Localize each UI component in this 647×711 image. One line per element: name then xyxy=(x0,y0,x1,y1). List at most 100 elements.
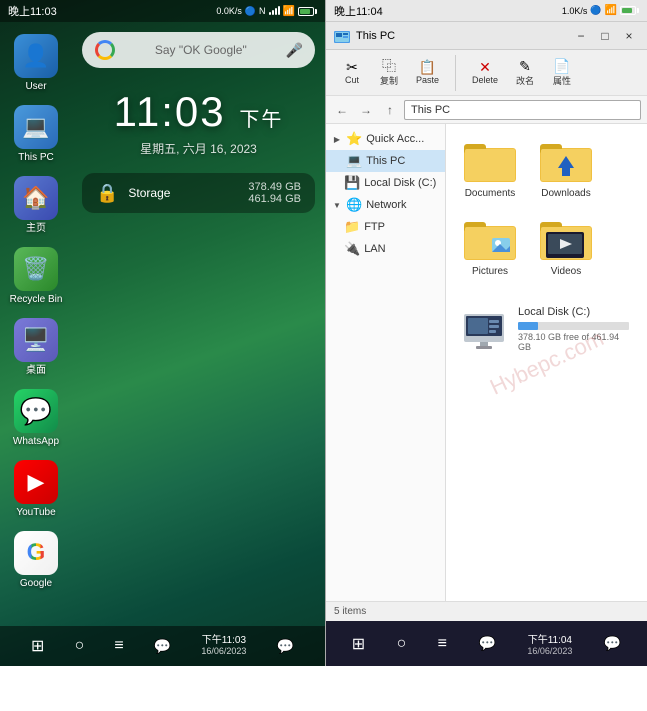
sidebar-item-network[interactable]: ▼ 🌐 Network xyxy=(326,194,445,216)
explorer-nav-msg[interactable]: 💬 xyxy=(478,635,495,652)
this-pc-sidebar-label: This PC xyxy=(366,155,405,167)
properties-label: 属性 xyxy=(553,74,571,87)
clock-date: 星期五, 六月 16, 2023 xyxy=(114,140,284,157)
explorer-nav-time-date: 下午11:04 16/06/2023 xyxy=(527,631,572,656)
lan-icon: 🔌 xyxy=(344,241,360,257)
up-button[interactable]: ↑ xyxy=(380,100,400,120)
titlebar-left: This PC xyxy=(334,29,395,43)
whatsapp-icon-img: 💬 xyxy=(14,389,58,433)
paste-button[interactable]: 📋 Paste xyxy=(408,56,447,89)
explorer-bluetooth: 🔵 xyxy=(590,5,601,16)
delete-button[interactable]: ✕ Delete xyxy=(464,56,506,89)
google-icon-img: G xyxy=(14,531,58,575)
explorer-status-icons: 1.0K/s 🔵 📶 xyxy=(562,5,639,16)
storage-icon: 🔒 xyxy=(96,183,118,204)
mic-icon[interactable]: 🎤 xyxy=(286,42,303,59)
properties-icon: 📄 xyxy=(553,59,570,73)
phone-status-icons: 0.0K/s 🔵 N 📶 xyxy=(216,6,317,17)
explorer-body: ▶ ⭐ Quick Acc... 💻 This PC 💾 Local Disk … xyxy=(326,124,647,601)
desktop-icon-img: 🖥️ xyxy=(14,318,58,362)
explorer-nav-grid[interactable]: ⊞ xyxy=(352,634,365,654)
this-pc-icon-label: This PC xyxy=(18,152,54,164)
explorer-nav-menu[interactable]: ≡ xyxy=(438,635,447,653)
desktop-icon-label: 桌面 xyxy=(26,365,46,377)
file-item-downloads[interactable]: Downloads xyxy=(532,134,600,204)
drive-c-info: Local Disk (C:) 378.10 GB free of 461.94… xyxy=(518,306,629,352)
nav-grid-btn[interactable]: ⊞ xyxy=(31,636,44,656)
notification-msg-icon[interactable]: 💬 xyxy=(277,638,294,655)
explorer-nav-notification[interactable]: 💬 xyxy=(604,635,621,652)
lan-label: LAN xyxy=(364,243,385,255)
maximize-button[interactable]: □ xyxy=(595,28,615,44)
files-grid: Documents Downloads xyxy=(456,134,637,282)
icon-desktop[interactable]: 🖥️ 桌面 xyxy=(4,314,68,381)
explorer-titlebar: This PC − □ × xyxy=(326,22,647,50)
nav-home-btn[interactable]: ○ xyxy=(75,637,85,655)
icon-google[interactable]: G Google xyxy=(4,527,68,594)
signal-icon xyxy=(269,6,280,17)
explorer-window-icon xyxy=(334,29,350,43)
icon-this-pc[interactable]: 💻 This PC xyxy=(4,101,68,168)
nfc-icon: N xyxy=(259,6,266,16)
google-g-logo xyxy=(94,39,116,61)
sidebar-item-ftp[interactable]: 📁 FTP xyxy=(326,216,445,238)
pictures-label: Pictures xyxy=(472,266,508,278)
nav-menu-btn[interactable]: ≡ xyxy=(114,637,123,655)
minimize-button[interactable]: − xyxy=(571,28,591,44)
delete-label: Delete xyxy=(472,75,498,85)
drive-c-progress-fill xyxy=(518,322,538,330)
youtube-icon-label: YouTube xyxy=(16,507,55,519)
file-item-documents[interactable]: Documents xyxy=(456,134,524,204)
explorer-main: Hybepc.com Documents xyxy=(446,124,647,601)
local-disk-sidebar-label: Local Disk (C:) xyxy=(364,177,436,189)
explorer-nav-time: 下午11:04 xyxy=(528,631,572,646)
icon-home[interactable]: 🏠 主页 xyxy=(4,172,68,239)
explorer-toolbar: ✂ Cut ⿻ 复制 📋 Paste ✕ Delete ✎ xyxy=(326,50,647,96)
address-path[interactable]: This PC xyxy=(404,100,641,120)
user-icon-img: 👤 xyxy=(14,34,58,78)
rename-button[interactable]: ✎ 改名 xyxy=(507,55,543,91)
notification-icon[interactable]: 💬 xyxy=(154,638,171,655)
sidebar-item-this-pc[interactable]: 💻 This PC xyxy=(326,150,445,172)
back-button[interactable]: ← xyxy=(332,100,352,120)
google-search-bar[interactable]: Say "OK Google" 🎤 xyxy=(82,32,315,68)
address-path-text: This PC xyxy=(411,104,450,116)
properties-button[interactable]: 📄 属性 xyxy=(544,55,580,91)
drive-item-c[interactable]: Local Disk (C:) 378.10 GB free of 461.94… xyxy=(456,298,637,360)
file-item-pictures[interactable]: Pictures xyxy=(456,212,524,282)
storage-label: Storage xyxy=(128,186,238,200)
explorer-addressbar: ← → ↑ This PC xyxy=(326,96,647,124)
icon-whatsapp[interactable]: 💬 WhatsApp xyxy=(4,385,68,452)
copy-label: 复制 xyxy=(380,74,398,87)
icon-youtube[interactable]: ▶ YouTube xyxy=(4,456,68,523)
cut-icon: ✂ xyxy=(346,60,358,74)
copy-icon: ⿻ xyxy=(382,59,396,73)
recycle-bin-icon-label: Recycle Bin xyxy=(10,294,63,306)
clock-time: 11:03 下午 xyxy=(114,88,284,136)
this-pc-icon-img: 💻 xyxy=(14,105,58,149)
explorer-nav-home[interactable]: ○ xyxy=(397,635,407,653)
cut-button[interactable]: ✂ Cut xyxy=(334,56,370,89)
storage-values: 378.49 GB 461.94 GB xyxy=(248,181,301,205)
sidebar-item-lan[interactable]: 🔌 LAN xyxy=(326,238,445,260)
forward-button[interactable]: → xyxy=(356,100,376,120)
ftp-label: FTP xyxy=(364,221,385,233)
whatsapp-icon-label: WhatsApp xyxy=(13,436,59,448)
sidebar-item-local-disk[interactable]: 💾 Local Disk (C:) xyxy=(326,172,445,194)
icon-user[interactable]: 👤 User xyxy=(4,30,68,97)
phone-status-bar: 晚上11:03 0.0K/s 🔵 N 📶 xyxy=(0,0,325,22)
file-item-videos[interactable]: Videos xyxy=(532,212,600,282)
explorer-bottom-nav: ⊞ ○ ≡ 💬 下午11:04 16/06/2023 💬 xyxy=(326,621,647,666)
phone-panel: 晚上11:03 0.0K/s 🔵 N 📶 xyxy=(0,0,325,666)
drive-c-name: Local Disk (C:) xyxy=(518,306,629,318)
copy-button[interactable]: ⿻ 复制 xyxy=(371,55,407,91)
google-icon-label: Google xyxy=(20,578,52,590)
sidebar-item-quick-access[interactable]: ▶ ⭐ Quick Acc... xyxy=(326,128,445,150)
lockscreen-content: Say "OK Google" 🎤 11:03 下午 星期五, 六月 16, 2… xyxy=(72,22,325,626)
titlebar-title: This PC xyxy=(356,30,395,42)
storage-total: 461.94 GB xyxy=(248,193,301,205)
close-button[interactable]: × xyxy=(619,28,639,44)
icon-recycle-bin[interactable]: 🗑️ Recycle Bin xyxy=(4,243,68,310)
network-label: Network xyxy=(366,199,406,211)
desktop-icons-container: 👤 User 💻 This PC 🏠 主页 🗑️ Recycle Bin 🖥️ … xyxy=(0,22,72,594)
